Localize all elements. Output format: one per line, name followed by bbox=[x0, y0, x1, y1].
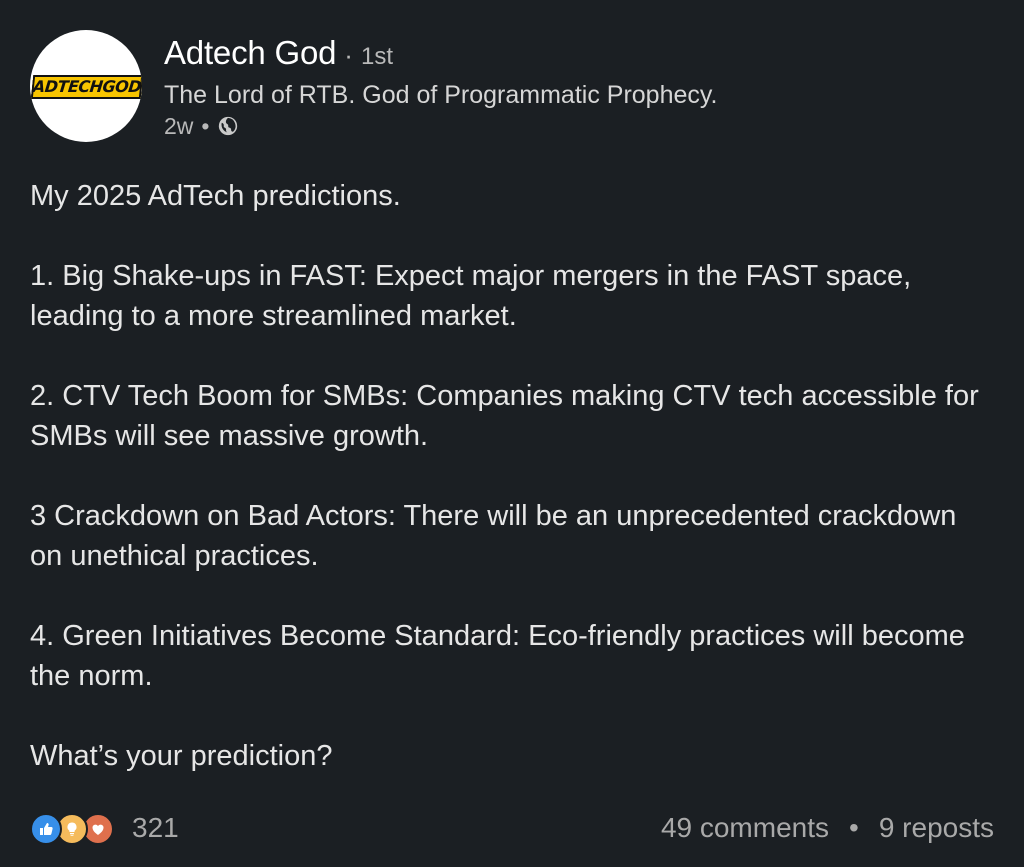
social-counts-bar: 321 49 comments • 9 reposts bbox=[30, 806, 994, 850]
prediction-4: 4. Green Initiatives Become Standard: Ec… bbox=[30, 620, 973, 692]
connection-degree: 1st bbox=[360, 43, 393, 70]
author-info: Adtech God · 1st The Lord of RTB. God of… bbox=[164, 34, 717, 140]
reactions-summary[interactable]: 321 bbox=[30, 811, 179, 845]
avatar[interactable]: ADTECHGOD bbox=[30, 30, 142, 142]
post-body: My 2025 AdTech predictions. 1. Big Shake… bbox=[30, 176, 990, 776]
engagement-stats: 49 comments • 9 reposts bbox=[661, 812, 994, 844]
post-header: ADTECHGOD Adtech God · 1st The Lord of R… bbox=[30, 30, 717, 142]
post-time: 2w bbox=[164, 112, 194, 139]
name-row: Adtech God · 1st bbox=[164, 34, 717, 74]
post-meta: 2w • bbox=[164, 112, 717, 140]
prediction-1: 1. Big Shake-ups in FAST: Expect major m… bbox=[30, 260, 920, 332]
reaction-count: 321 bbox=[132, 812, 179, 843]
stats-separator-dot: • bbox=[849, 812, 859, 843]
reaction-icons bbox=[30, 811, 122, 845]
like-icon bbox=[30, 813, 62, 845]
post-question: What’s your prediction? bbox=[30, 740, 333, 772]
globe-icon bbox=[219, 116, 238, 136]
adtechgod-logo: ADTECHGOD bbox=[30, 75, 142, 99]
comments-count-link[interactable]: 49 comments bbox=[661, 812, 829, 844]
name-separator-dot: · bbox=[344, 40, 353, 70]
post-intro: My 2025 AdTech predictions. bbox=[30, 180, 401, 212]
author-headline: The Lord of RTB. God of Programmatic Pro… bbox=[164, 81, 718, 109]
reposts-count-link[interactable]: 9 reposts bbox=[879, 812, 994, 844]
meta-separator-dot: • bbox=[201, 112, 210, 139]
feed-post: ADTECHGOD Adtech God · 1st The Lord of R… bbox=[0, 0, 1024, 867]
author-name[interactable]: Adtech God bbox=[164, 34, 336, 72]
prediction-3: 3 Crackdown on Bad Actors: There will be… bbox=[30, 500, 965, 572]
prediction-2: 2. CTV Tech Boom for SMBs: Companies mak… bbox=[30, 380, 987, 452]
